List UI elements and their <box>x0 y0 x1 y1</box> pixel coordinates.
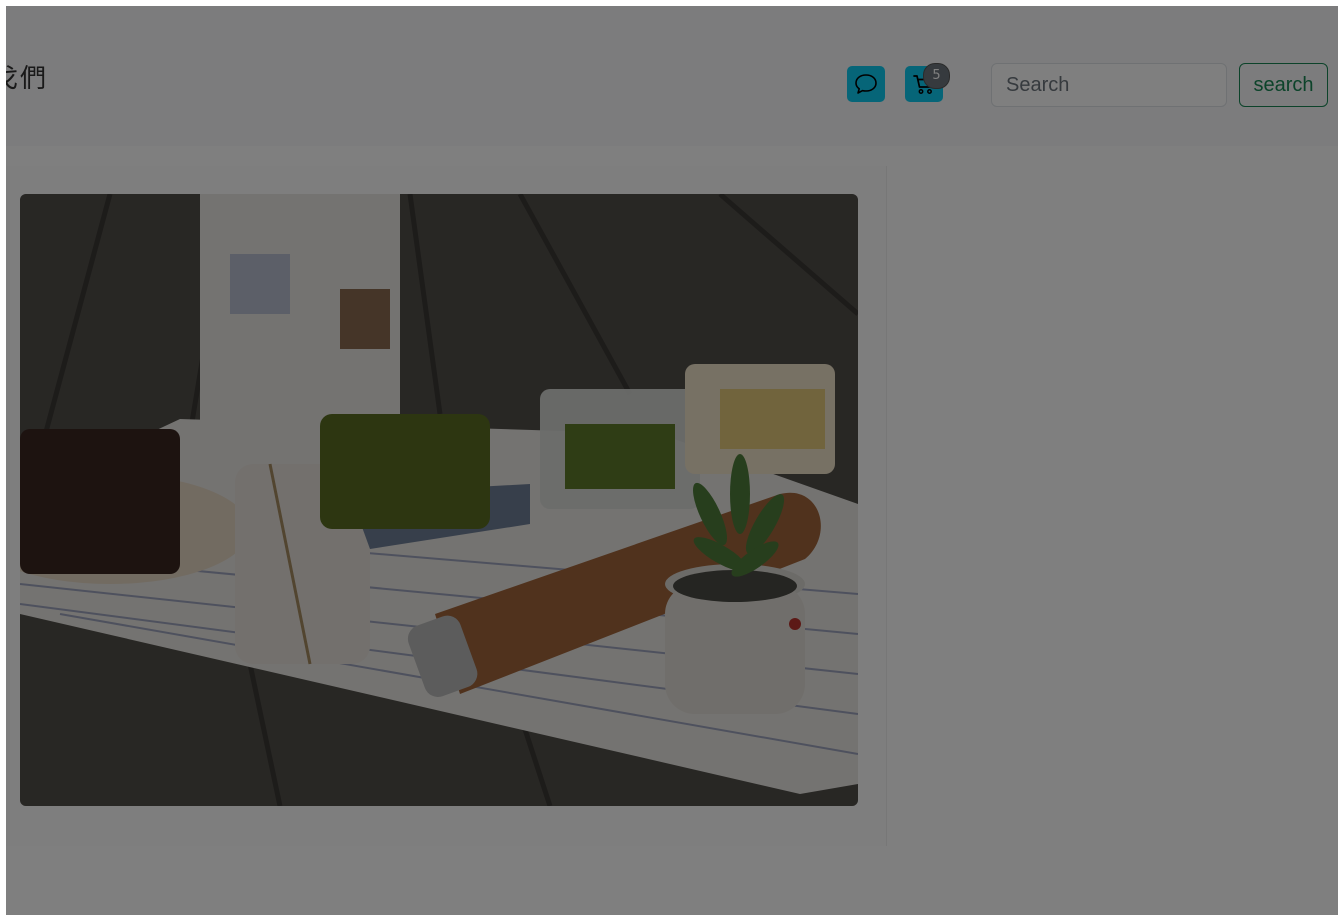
modal-backdrop[interactable] <box>6 6 1338 915</box>
